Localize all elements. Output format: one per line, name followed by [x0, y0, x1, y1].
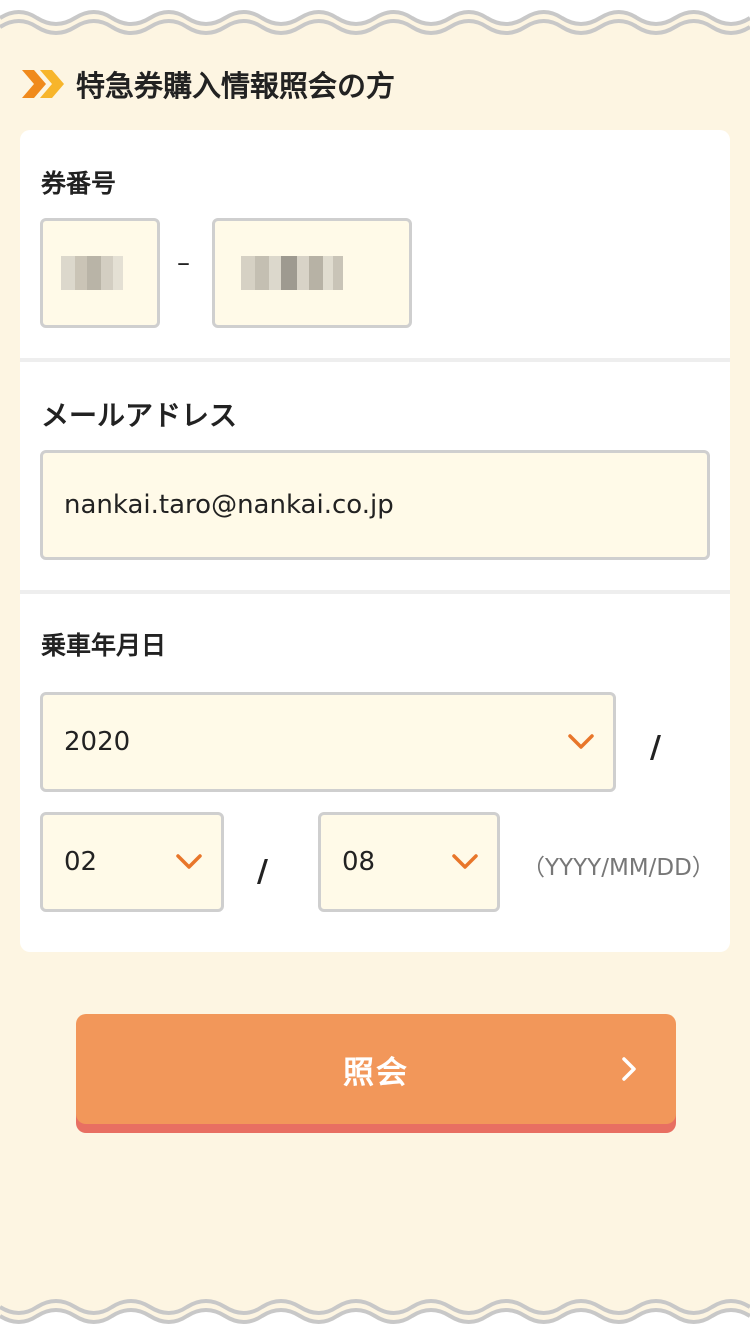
bottom-wave-decoration: [0, 1299, 750, 1334]
ticket-number-suffix-input[interactable]: [212, 218, 412, 328]
ticket-number-label: 券番号: [41, 169, 117, 198]
email-label: メールアドレス: [41, 399, 238, 432]
masked-value: [241, 256, 343, 290]
submit-button-label: 照会: [343, 1054, 409, 1091]
chevron-down-icon: [452, 854, 478, 869]
month-value: 02: [64, 847, 98, 877]
year-value: 2020: [64, 727, 131, 757]
chevron-down-icon: [568, 734, 594, 749]
date-separator: /: [257, 854, 268, 889]
date-format-hint: （YYYY/MM/DD）: [522, 855, 715, 881]
email-field[interactable]: nankai.taro@nankai.co.jp: [40, 450, 710, 560]
double-chevron-icon: [22, 70, 64, 98]
chevron-right-icon: [622, 1057, 636, 1081]
ticket-number-separator: –: [177, 248, 190, 278]
top-wave-decoration: [0, 0, 750, 35]
section-divider: [20, 590, 730, 594]
inquiry-submit-button[interactable]: 照会: [76, 1014, 676, 1124]
date-separator: /: [650, 730, 661, 765]
month-select[interactable]: 02: [40, 812, 224, 912]
section-divider: [20, 358, 730, 362]
masked-value: [61, 256, 123, 290]
page-title: 特急券購入情報照会の方: [76, 69, 396, 103]
day-select[interactable]: 08: [318, 812, 500, 912]
email-value: nankai.taro@nankai.co.jp: [64, 490, 394, 520]
year-select[interactable]: 2020: [40, 692, 616, 792]
boarding-date-label: 乗車年月日: [41, 631, 167, 660]
day-value: 08: [342, 847, 376, 877]
inquiry-form-card: 券番号 – メールアドレス nankai.taro@nankai.co.jp 乗…: [20, 130, 730, 952]
ticket-number-prefix-input[interactable]: [40, 218, 160, 328]
chevron-down-icon: [176, 854, 202, 869]
section-heading: 特急券購入情報照会の方: [20, 62, 395, 106]
